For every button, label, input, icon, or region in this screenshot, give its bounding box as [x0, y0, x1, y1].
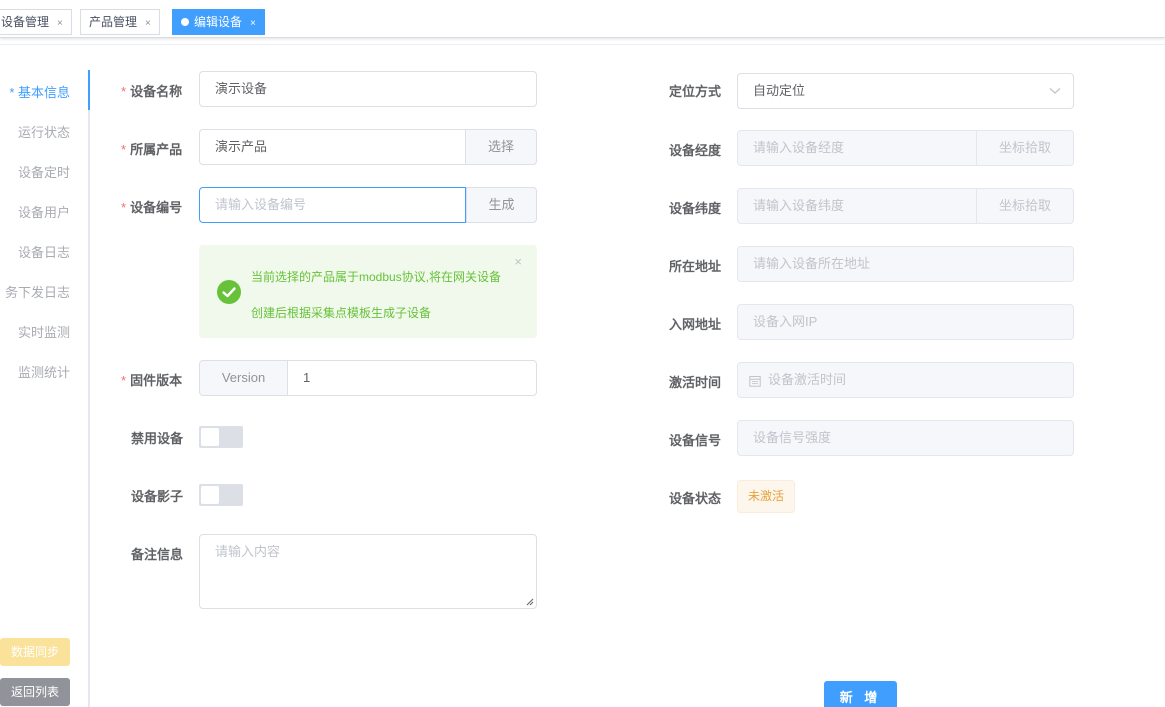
close-icon[interactable]: × — [514, 254, 522, 269]
tab-product-management[interactable]: 产品管理 × — [80, 9, 160, 35]
disable-device-label: 禁用设备 — [131, 431, 184, 446]
firmware-prefix: Version — [199, 360, 288, 396]
tab-edit-device[interactable]: 编辑设备 × — [172, 9, 265, 35]
locate-mode-value: 自动定位 — [753, 83, 806, 98]
longitude-label: 设备经度 — [669, 143, 722, 158]
divider — [0, 44, 1165, 45]
remark-label: 备注信息 — [131, 547, 184, 562]
pick-coordinates-button[interactable]: 坐标拾取 — [976, 130, 1074, 166]
activation-time-placeholder: 设备激活时间 — [768, 372, 847, 387]
firmware-input[interactable]: 1 — [287, 360, 537, 396]
nav-item-statistics[interactable]: 监测统计 — [18, 362, 70, 381]
device-shadow-switch[interactable] — [199, 484, 243, 506]
activation-time-label: 激活时间 — [669, 375, 722, 390]
resize-handle-icon[interactable] — [526, 598, 534, 606]
nav-item-service-log[interactable]: 务下发日志 — [5, 282, 70, 301]
status-label: 设备状态 — [669, 491, 722, 506]
device-name-label: * 设备名称 — [121, 84, 183, 99]
alert-line-2: 创建后根据采集点模板生成子设备 — [251, 306, 432, 320]
latitude-input[interactable]: 请输入设备纬度 — [737, 188, 977, 224]
tab-label: 设备管理 — [1, 15, 50, 29]
remark-placeholder: 请输入内容 — [215, 544, 281, 559]
remark-textarea[interactable]: 请输入内容 — [199, 534, 537, 609]
signal-label: 设备信号 — [669, 433, 722, 448]
address-input[interactable]: 请输入设备所在地址 — [737, 246, 1074, 282]
disable-device-switch[interactable] — [199, 426, 243, 448]
submit-add-button[interactable]: 新 增 — [824, 681, 897, 707]
nav-active-indicator — [88, 70, 90, 110]
sync-data-button[interactable]: 数据同步 — [0, 638, 70, 666]
network-address-input[interactable]: 设备入网IP — [737, 304, 1074, 340]
tab-bar: 设备管理 × 产品管理 × 编辑设备 × — [0, 0, 1165, 38]
locate-mode-label: 定位方式 — [669, 84, 722, 99]
latitude-label: 设备纬度 — [669, 201, 722, 216]
tab-label: 编辑设备 — [194, 15, 243, 29]
nav-item-run-status[interactable]: 运行状态 — [18, 122, 70, 141]
active-dot-icon — [181, 18, 189, 26]
success-check-icon — [217, 280, 241, 304]
nav-item-timer[interactable]: 设备定时 — [18, 162, 70, 181]
nav-item-basic-info[interactable]: * 基本信息 — [9, 82, 70, 101]
switch-knob — [201, 486, 219, 504]
close-icon[interactable]: × — [250, 18, 256, 29]
alert-line-1: 当前选择的产品属于modbus协议,将在网关设备 — [251, 270, 502, 284]
side-nav: * 基本信息 运行状态 设备定时 设备用户 设备日志 务下发日志 实时监测 监测… — [0, 70, 90, 707]
close-icon[interactable]: × — [145, 18, 151, 29]
firmware-label: * 固件版本 — [121, 373, 183, 388]
serial-label: * 设备编号 — [121, 200, 183, 215]
tab-label: 产品管理 — [89, 15, 138, 29]
nav-item-users[interactable]: 设备用户 — [18, 202, 70, 221]
tab-device-management[interactable]: 设备管理 × — [0, 9, 72, 35]
serial-input[interactable]: 请输入设备编号 — [199, 187, 466, 223]
network-address-label: 入网地址 — [669, 317, 722, 332]
status-badge: 未激活 — [737, 480, 795, 513]
modbus-info-alert: 当前选择的产品属于modbus协议,将在网关设备 创建后根据采集点模板生成子设备… — [199, 245, 537, 338]
longitude-input[interactable]: 请输入设备经度 — [737, 130, 977, 166]
product-label: * 所属产品 — [121, 142, 183, 157]
device-shadow-label: 设备影子 — [131, 489, 184, 504]
close-icon[interactable]: × — [57, 18, 63, 29]
pick-coordinates-button[interactable]: 坐标拾取 — [976, 188, 1074, 224]
address-label: 所在地址 — [669, 259, 722, 274]
nav-item-realtime[interactable]: 实时监测 — [18, 322, 70, 341]
back-to-list-button[interactable]: 返回列表 — [0, 678, 70, 706]
calendar-icon — [749, 376, 761, 387]
switch-knob — [201, 428, 219, 446]
product-input[interactable]: 演示产品 — [199, 129, 466, 165]
device-name-input[interactable]: 演示设备 — [199, 71, 537, 107]
generate-serial-button[interactable]: 生成 — [466, 187, 537, 223]
nav-item-log[interactable]: 设备日志 — [18, 242, 70, 261]
select-product-button[interactable]: 选择 — [465, 129, 537, 165]
locate-mode-select[interactable]: 自动定位 — [737, 73, 1074, 109]
chevron-down-icon — [1049, 88, 1061, 94]
signal-input[interactable]: 设备信号强度 — [737, 420, 1074, 456]
activation-time-picker[interactable]: 设备激活时间 — [737, 362, 1074, 398]
